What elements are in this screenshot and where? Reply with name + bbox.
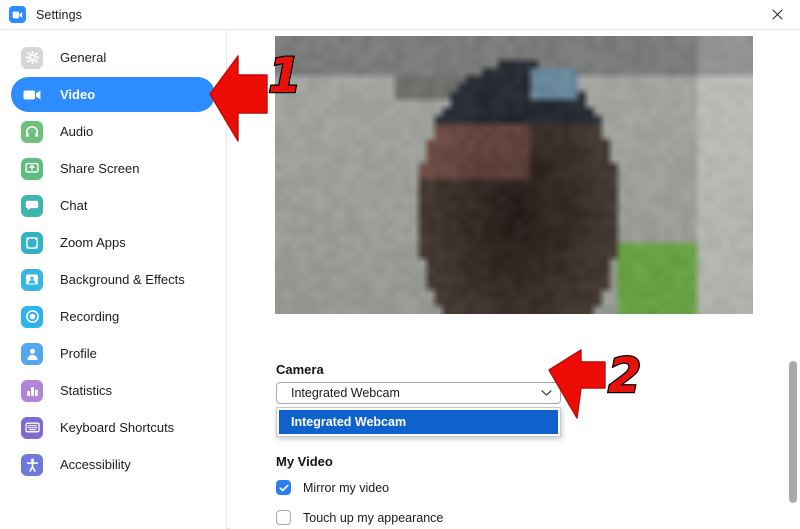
sidebar-item-label: Profile: [60, 346, 97, 361]
sidebar-item-label: Video: [60, 87, 96, 102]
camera-section-label: Camera: [276, 362, 324, 377]
bar-chart-icon: [21, 379, 43, 402]
sidebar-item-statistics[interactable]: Statistics: [11, 373, 215, 408]
camera-dropdown-list: Integrated Webcam: [276, 407, 561, 437]
checkbox-mirror-my-video[interactable]: Mirror my video: [276, 480, 389, 495]
zoom-camera-icon: [9, 6, 26, 23]
checkbox-touch-up-my-appearance[interactable]: Touch up my appearance: [276, 510, 443, 525]
sidebar-item-chat[interactable]: Chat: [11, 188, 215, 223]
sidebar-item-profile[interactable]: Profile: [11, 336, 215, 371]
window-title: Settings: [36, 7, 82, 22]
sidebar-item-label: Background & Effects: [60, 272, 185, 287]
sidebar-item-recording[interactable]: Recording: [11, 299, 215, 334]
sidebar-item-label: Audio: [60, 124, 94, 139]
sidebar-item-label: Keyboard Shortcuts: [60, 420, 175, 435]
chevron-down-icon: [541, 390, 552, 397]
sidebar-item-label: Statistics: [60, 383, 113, 398]
headphones-icon: [21, 120, 43, 143]
settings-window: Settings General Video Audio Share Scree…: [0, 0, 800, 529]
camera-select[interactable]: Integrated Webcam: [276, 382, 561, 404]
share-screen-icon: [21, 157, 43, 180]
sidebar-item-label: Zoom Apps: [60, 235, 126, 250]
person-frame-icon: [21, 268, 43, 291]
close-button[interactable]: [754, 0, 800, 29]
close-icon: [771, 9, 783, 20]
title-bar: Settings: [0, 0, 800, 30]
camera-preview: [275, 36, 753, 314]
accessibility-icon: [21, 453, 43, 476]
sidebar-item-share-screen[interactable]: Share Screen: [11, 151, 215, 186]
camera-dropdown-option-label: Integrated Webcam: [291, 415, 407, 429]
chat-bubble-icon: [21, 194, 43, 217]
sidebar-item-label: Chat: [60, 198, 88, 213]
sidebar-item-background-effects[interactable]: Background & Effects: [11, 262, 215, 297]
gear-icon: [21, 46, 43, 69]
checkbox-label: Mirror my video: [303, 480, 390, 495]
sidebar-item-label: General: [60, 50, 107, 65]
keyboard-icon: [21, 416, 43, 439]
record-circle-icon: [21, 305, 43, 328]
camera-dropdown-option[interactable]: Integrated Webcam: [279, 410, 558, 434]
video-camera-icon: [21, 84, 43, 106]
camera-select-value: Integrated Webcam: [291, 386, 400, 400]
sidebar-item-label: Share Screen: [60, 161, 140, 176]
sidebar-item-video[interactable]: Video: [11, 77, 215, 112]
checkbox-label: Touch up my appearance: [303, 510, 444, 525]
sidebar-item-label: Accessibility: [60, 457, 131, 472]
checkbox-icon: [276, 510, 291, 525]
sidebar-item-general[interactable]: General: [11, 40, 215, 75]
settings-sidebar: General Video Audio Share Screen Chat Zo…: [0, 30, 227, 529]
sidebar-item-label: Recording: [60, 309, 120, 324]
sidebar-item-zoom-apps[interactable]: Zoom Apps: [11, 225, 215, 260]
sidebar-item-accessibility[interactable]: Accessibility: [11, 447, 215, 482]
checkbox-icon: [276, 480, 291, 495]
person-icon: [21, 342, 43, 365]
sidebar-item-audio[interactable]: Audio: [11, 114, 215, 149]
video-settings-panel: Camera Integrated Webcam Integrated Webc…: [228, 30, 800, 529]
zoom-apps-icon: [21, 231, 43, 254]
scrollbar-thumb[interactable]: [789, 361, 797, 503]
sidebar-item-keyboard-shortcuts[interactable]: Keyboard Shortcuts: [11, 410, 215, 445]
vertical-scrollbar[interactable]: [788, 31, 799, 528]
my-video-section-label: My Video: [276, 454, 333, 469]
